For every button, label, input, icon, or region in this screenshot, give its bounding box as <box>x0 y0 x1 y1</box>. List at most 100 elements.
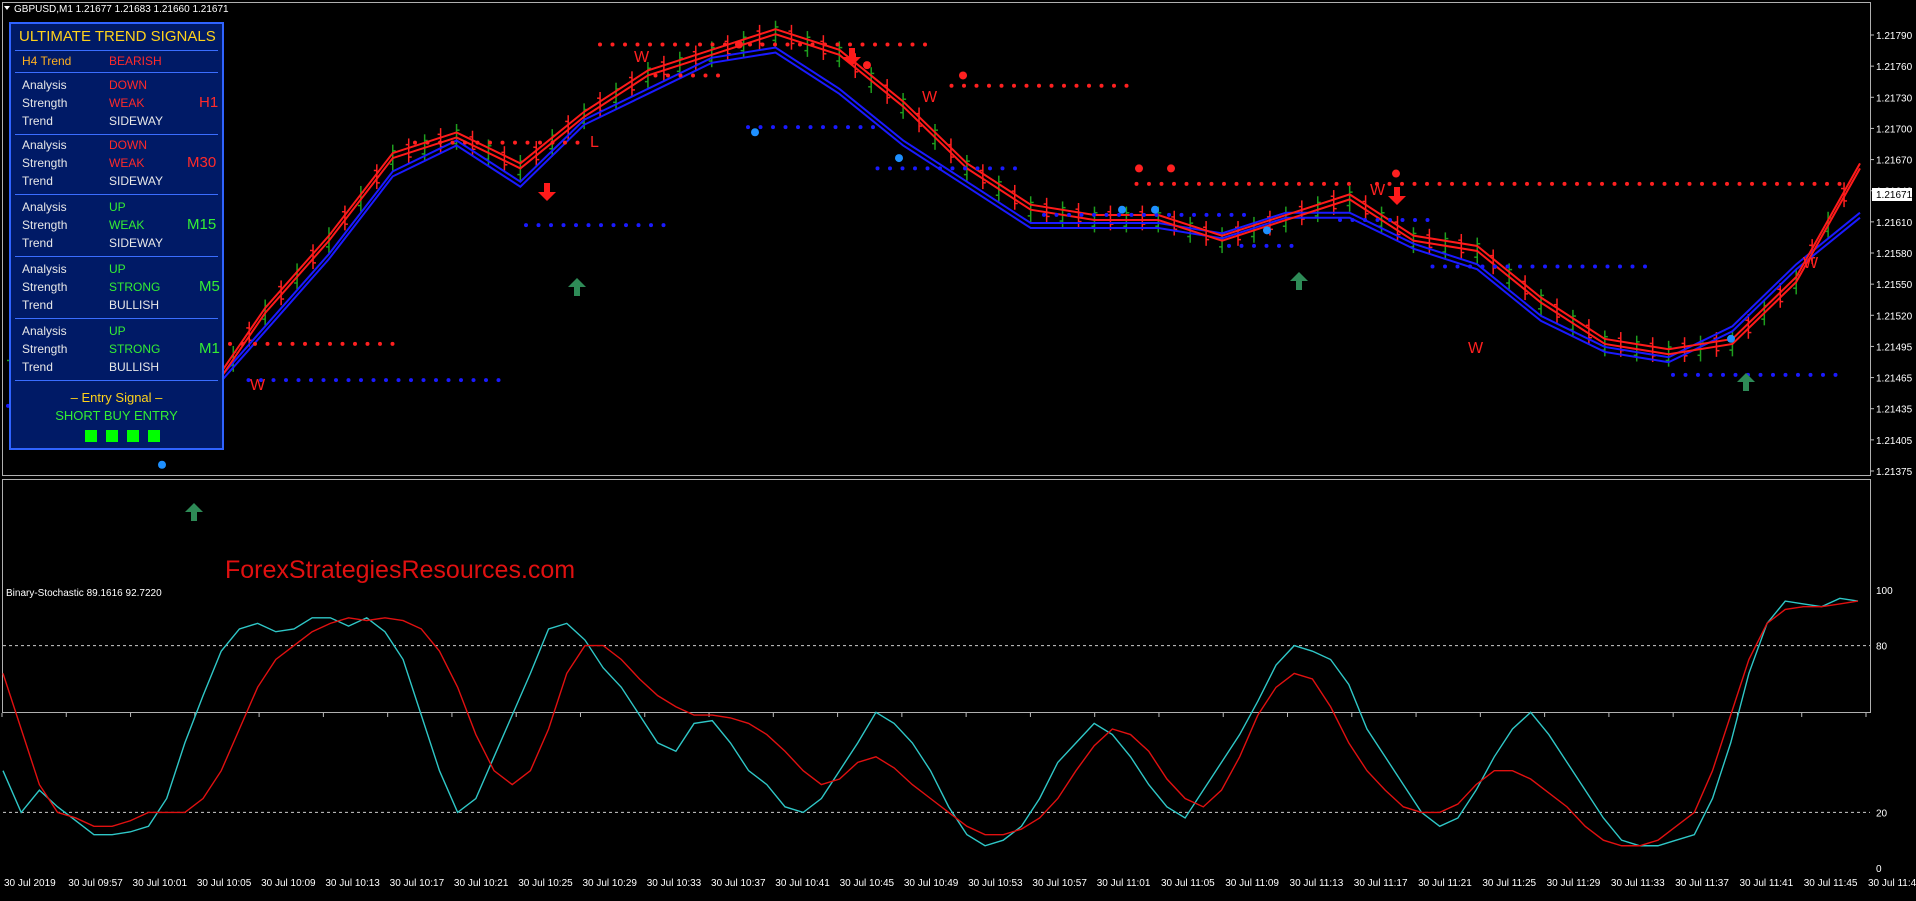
level-dot <box>1400 181 1404 186</box>
level-dot <box>1197 181 1201 186</box>
level-dot <box>1042 212 1046 217</box>
level-dot <box>1821 372 1825 377</box>
level-dot <box>660 42 665 47</box>
level-dot <box>1159 181 1164 186</box>
level-dot <box>611 223 616 228</box>
level-dot <box>1222 181 1226 186</box>
level-dot <box>1277 243 1281 248</box>
level-dot <box>1192 212 1196 217</box>
level-dotted-line <box>598 42 927 47</box>
arrow-up-icon <box>1737 373 1755 391</box>
level-dot <box>1350 218 1355 223</box>
level-dot <box>925 166 930 171</box>
level-dot <box>1687 181 1692 186</box>
time-label: 30 Jul 10:49 <box>904 878 959 889</box>
level-dot <box>471 378 476 383</box>
time-label: 30 Jul 10:57 <box>1032 878 1087 889</box>
level-dot <box>798 42 802 47</box>
tf-trend-value: SIDEWAY <box>109 236 164 250</box>
level-dot <box>1179 212 1184 217</box>
level-dot <box>438 140 442 145</box>
price-label: 1.21375 <box>1876 467 1913 478</box>
level-dot <box>1054 212 1059 217</box>
tf-trend-value: BULLISH <box>109 298 160 312</box>
entry-strength-square <box>148 430 160 442</box>
level-dot <box>1787 181 1792 186</box>
level-dot <box>1725 181 1729 186</box>
arrow-down-icon <box>1388 187 1406 205</box>
level-dot <box>240 341 245 346</box>
level-dot <box>1675 181 1679 186</box>
level-dot <box>974 83 979 88</box>
tf-trend-label: Trend <box>22 236 53 250</box>
level-dot <box>1363 218 1367 223</box>
level-dot <box>1771 372 1775 377</box>
level-dot <box>1264 243 1269 248</box>
level-dot <box>1480 264 1485 269</box>
time-label: 30 Jul 10:41 <box>775 878 830 889</box>
level-dot <box>1612 181 1617 186</box>
level-dot <box>1721 372 1725 377</box>
level-dot <box>1242 212 1246 217</box>
panel-separator <box>15 194 218 195</box>
level-dot <box>748 42 752 47</box>
level-dot <box>873 42 877 47</box>
panel-separator <box>15 72 218 73</box>
panel-separator <box>15 318 218 319</box>
level-dot <box>1400 218 1405 223</box>
level-dot <box>1234 181 1239 186</box>
level-dot <box>450 140 455 145</box>
trading-terminal: GBPUSD,M1 1.21677 1.21683 1.21660 1.2167… <box>0 0 1916 896</box>
price-label: 1.21435 <box>1876 405 1913 416</box>
level-dot <box>760 42 765 47</box>
stochastic-main-line <box>2 597 1859 847</box>
entry-signal-value: SHORT BUY ENTRY <box>55 408 178 423</box>
swing-high-dot <box>1135 164 1143 173</box>
tf-analysis-label: Analysis <box>22 138 67 152</box>
level-dotted-line <box>1134 181 1351 186</box>
level-dot <box>1104 212 1109 217</box>
tf-analysis-value: DOWN <box>109 138 147 152</box>
level-dot <box>898 42 902 47</box>
level-dot <box>846 125 850 130</box>
level-dot <box>913 166 917 171</box>
level-dot <box>1568 264 1572 269</box>
level-dot <box>1733 372 1738 377</box>
time-label: 30 Jul 11:41 <box>1739 878 1793 889</box>
stochastic-title: Binary-Stochastic 89.1616 92.7220 <box>6 588 162 599</box>
level-dot <box>1825 181 1829 186</box>
swing-high-dot <box>735 40 743 49</box>
level-dot <box>1562 181 1567 186</box>
timeframe-label: M30 <box>187 154 217 171</box>
swing-low-dot <box>1151 205 1159 214</box>
candles <box>7 20 1848 450</box>
level-dot <box>703 73 708 78</box>
level-dot <box>574 223 578 228</box>
tf-analysis-value: UP <box>109 324 126 338</box>
level-dot <box>1147 181 1151 186</box>
level-dot <box>340 341 345 346</box>
level-dot <box>1808 372 1813 377</box>
level-dot <box>1783 372 1788 377</box>
price-label: 1.21520 <box>1876 311 1913 322</box>
level-dot <box>858 125 863 130</box>
price-chart-canvas[interactable]: GBPUSD,M1 1.21677 1.21683 1.21660 1.2167… <box>0 0 1916 896</box>
level-dot <box>550 140 555 145</box>
level-dot <box>758 125 763 130</box>
level-dot <box>1643 264 1647 269</box>
main-chart-frame <box>2 2 1871 476</box>
tf-strength-label: Strength <box>22 218 68 232</box>
time-label: 30 Jul 10:01 <box>133 878 188 889</box>
arrow-up-icon <box>185 503 203 521</box>
tf-trend-value: SIDEWAY <box>109 114 164 128</box>
level-dot <box>1217 212 1221 217</box>
level-dot <box>1468 264 1472 269</box>
level-dot <box>1252 243 1256 248</box>
level-dot <box>1425 218 1430 223</box>
time-label: 30 Jul 09:57 <box>68 878 123 889</box>
timeframe-label: M15 <box>187 216 217 233</box>
level-dot <box>598 42 602 47</box>
level-dot <box>1696 372 1700 377</box>
level-dot <box>334 378 338 383</box>
stochastic-frame <box>2 479 1871 713</box>
